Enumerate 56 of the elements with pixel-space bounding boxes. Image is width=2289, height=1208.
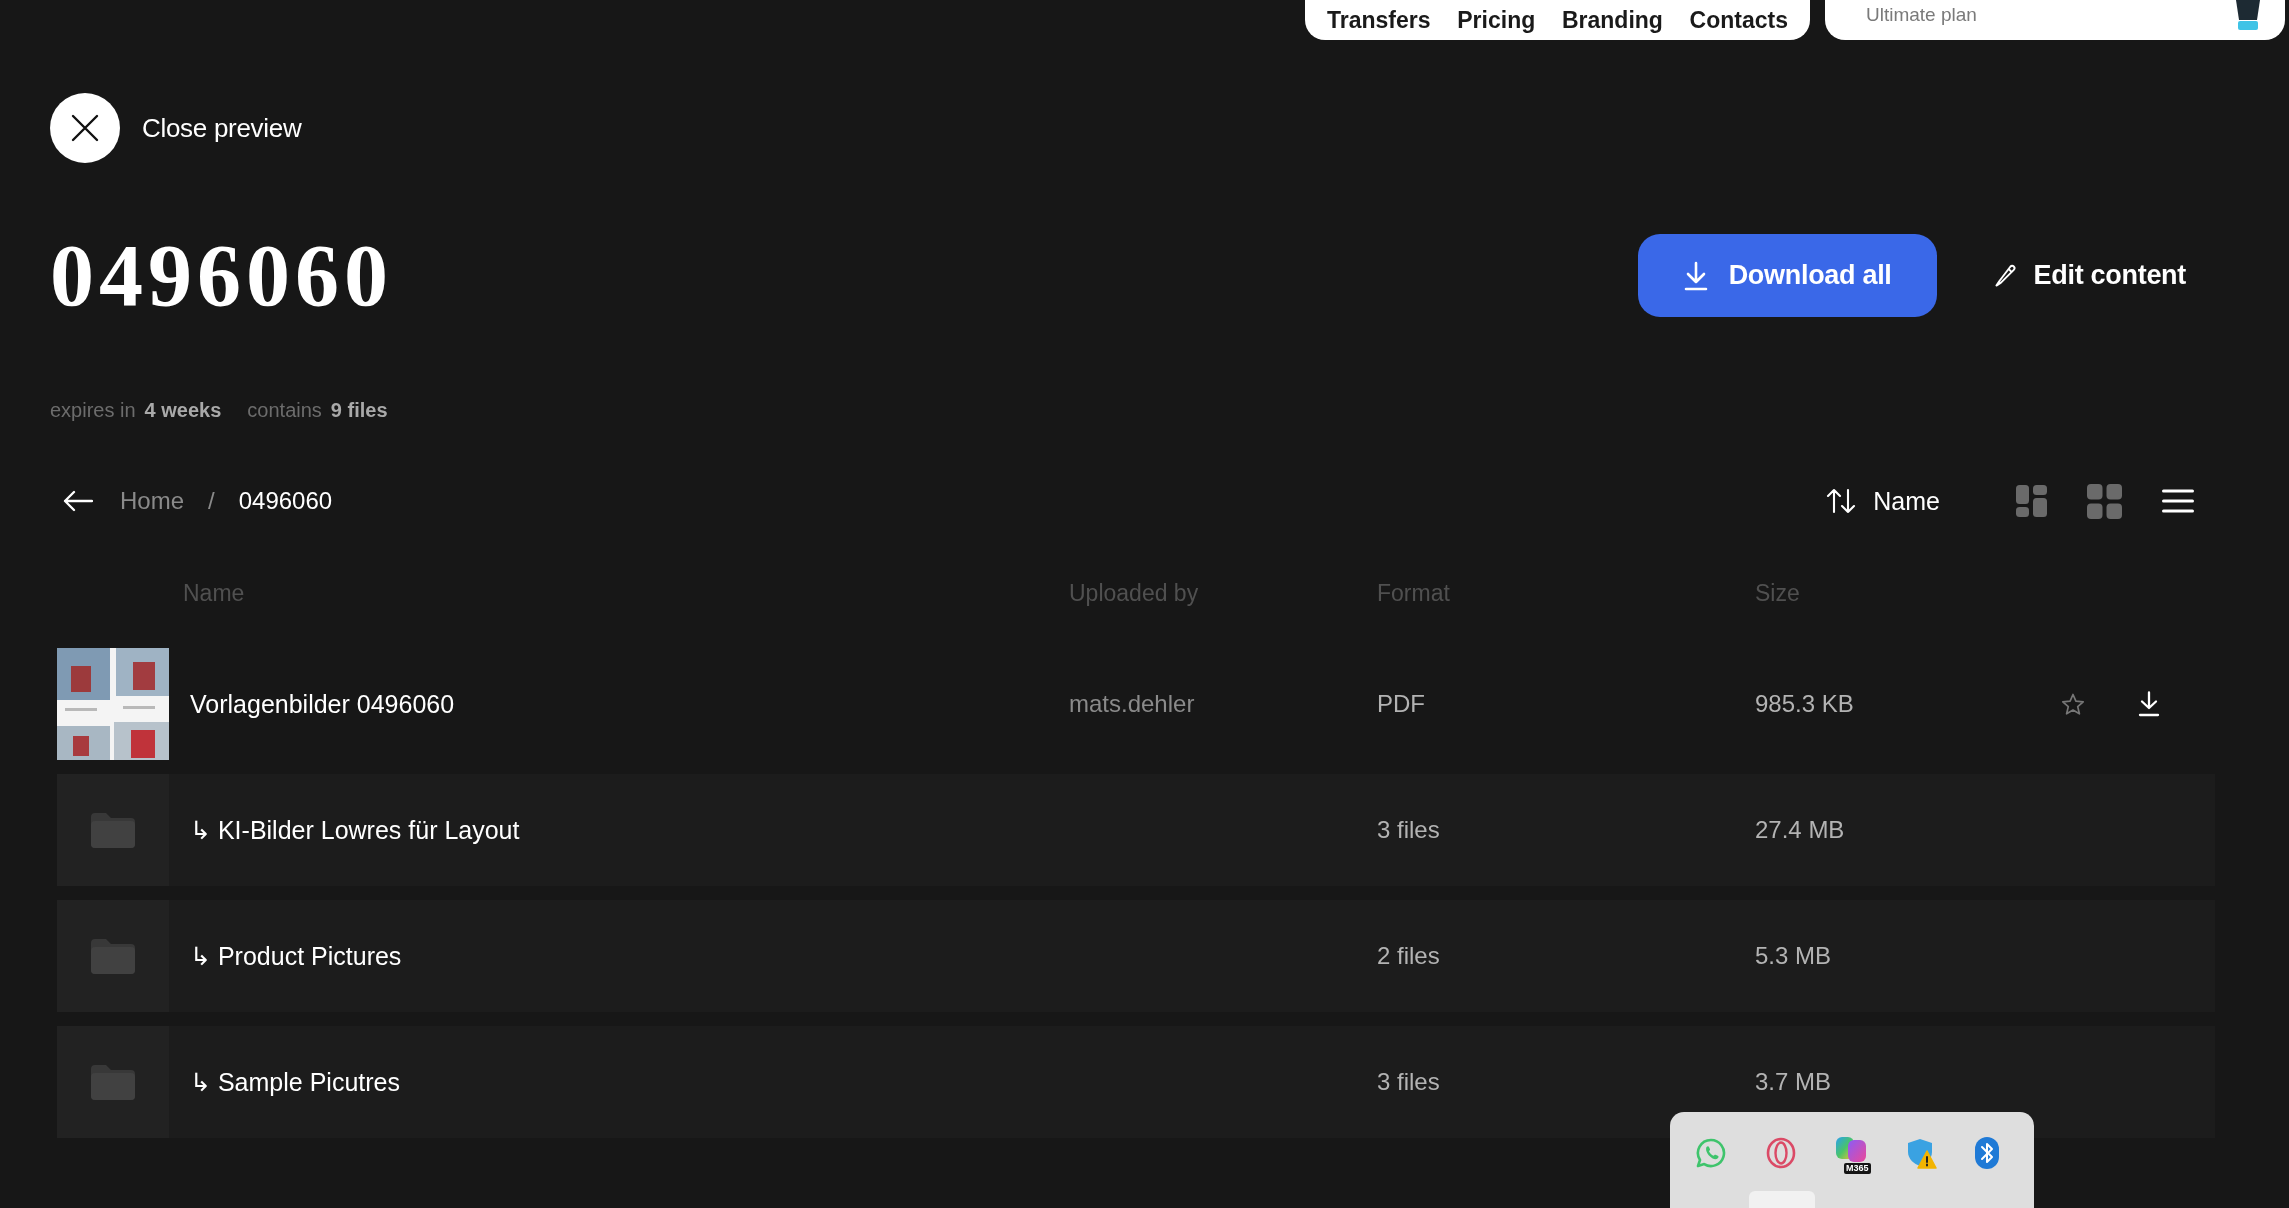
colorful-app-icon[interactable]	[1835, 1137, 1867, 1163]
meta-label: expires in	[50, 398, 136, 423]
column-header: Uploaded by	[1069, 579, 1200, 607]
sort-arrows-icon	[1826, 487, 1857, 515]
download-icon	[1682, 260, 1709, 291]
edit-content-button[interactable]: Edit content	[1993, 260, 2186, 291]
pencil-icon	[1993, 263, 2018, 288]
nav-link[interactable]: Transfers	[1327, 6, 1431, 34]
back-arrow-icon[interactable]	[63, 490, 93, 512]
folder-row[interactable]: ↳ KI-Bilder Lowres für Layout 3 files 27.4 MB	[57, 774, 2215, 886]
folder-icon	[89, 1062, 137, 1102]
bluetooth-icon[interactable]	[1975, 1137, 1999, 1169]
meta-value: 9 files	[330, 398, 388, 423]
download-icon[interactable]	[2138, 691, 2160, 717]
item-name[interactable]: ↳ Product Pictures	[190, 941, 402, 971]
size-label: 985.3 KB	[1755, 690, 1854, 718]
size-label: 27.4 MB	[1755, 816, 1845, 844]
item-name[interactable]: ↳ KI-Bilder Lowres für Layout	[190, 815, 520, 845]
size-label: 5.3 MB	[1755, 942, 1832, 970]
page-title: 0496060	[50, 231, 393, 320]
sort-button[interactable]: Name	[1826, 486, 1940, 516]
star-icon[interactable]	[2061, 692, 2085, 716]
column-header: Format	[1377, 579, 1451, 607]
download-all-button[interactable]: Download all	[1637, 234, 1937, 317]
breadcrumb-separator: /	[208, 487, 215, 515]
folder-row[interactable]: ↳ Product Pictures 2 files 5.3 MB	[57, 900, 2215, 1012]
shield-warning-icon[interactable]	[1905, 1137, 1937, 1169]
meta-value: 4 weeks	[144, 398, 222, 423]
ring-icon[interactable]	[1765, 1137, 1797, 1169]
folder-icon	[89, 810, 137, 850]
uploader-name: mats.dehler	[1069, 690, 1195, 717]
breadcrumb-link[interactable]: Home	[120, 487, 185, 515]
folder-icon	[89, 936, 137, 976]
format-label: 3 files	[1377, 816, 1440, 844]
format-label: 3 files	[1377, 1068, 1440, 1096]
nav-link[interactable]: Branding	[1561, 6, 1663, 34]
nav-link[interactable]: Pricing	[1457, 6, 1536, 34]
cup-icon	[2233, 0, 2263, 30]
plan-label: Ultimate plan	[1866, 4, 1977, 26]
meta-label: contains	[247, 398, 322, 423]
column-header: Name	[182, 579, 246, 607]
masonry-view-icon[interactable]	[2016, 485, 2047, 517]
item-name[interactable]: Vorlagenbilder 0496060	[190, 689, 455, 719]
breadcrumb-current: 0496060	[238, 487, 333, 515]
list-view-icon[interactable]	[2162, 489, 2194, 513]
close-preview-label[interactable]: Close preview	[142, 112, 302, 144]
format-label: 2 files	[1377, 942, 1440, 970]
column-header: Size	[1755, 579, 1801, 607]
item-name[interactable]: ↳ Sample Picutres	[190, 1067, 400, 1097]
size-label: 3.7 MB	[1755, 1068, 1832, 1096]
folder-row[interactable]: ↳ Sample Picutres 3 files 3.7 MB	[57, 1026, 2215, 1138]
app-badge: M365	[1844, 1163, 1871, 1174]
format-label: PDF	[1377, 690, 1425, 718]
nav-link[interactable]: Contacts	[1689, 6, 1788, 34]
close-icon	[70, 113, 100, 143]
grid-view-icon[interactable]	[2087, 483, 2122, 519]
